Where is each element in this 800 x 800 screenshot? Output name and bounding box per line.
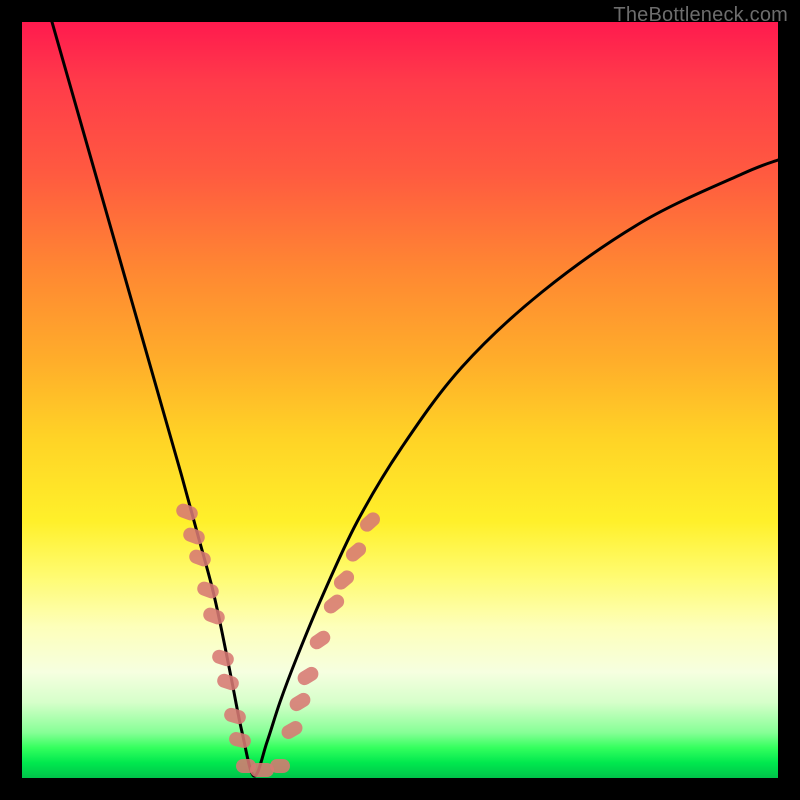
data-marker [307, 628, 333, 652]
data-marker [321, 592, 347, 617]
data-marker [228, 731, 253, 750]
data-marker [270, 759, 290, 773]
chart-overlay [22, 22, 778, 778]
data-marker [279, 718, 305, 741]
data-marker [174, 502, 199, 523]
watermark-text: TheBottleneck.com [613, 4, 788, 27]
data-marker [187, 548, 212, 569]
chart-frame: TheBottleneck.com [0, 0, 800, 800]
data-marker [215, 672, 240, 692]
data-marker [181, 526, 206, 547]
data-marker [195, 580, 220, 601]
bottleneck-curve [52, 22, 778, 776]
data-marker [295, 664, 321, 688]
marker-group [174, 502, 383, 777]
data-marker [222, 706, 247, 726]
data-marker [287, 690, 313, 714]
plot-area [22, 22, 778, 778]
data-marker [210, 648, 235, 668]
data-marker [201, 606, 226, 627]
